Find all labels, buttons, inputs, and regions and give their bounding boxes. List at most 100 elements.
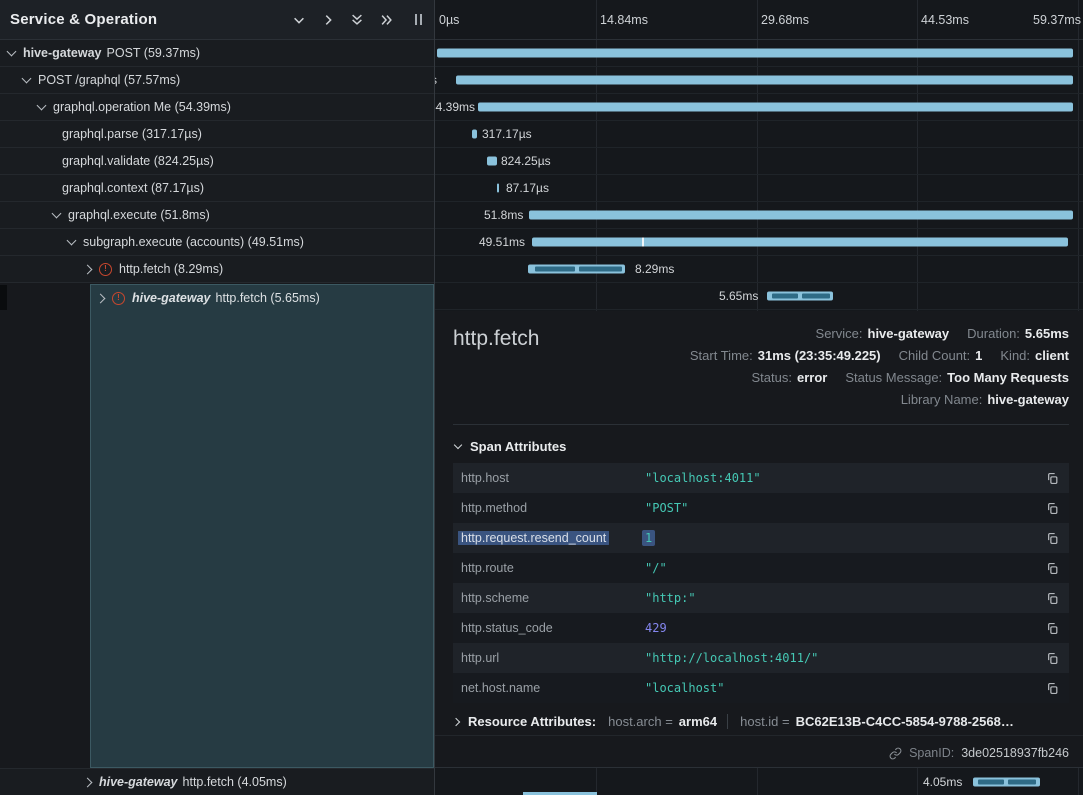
- timeline-row[interactable]: 824.25µs: [435, 148, 1083, 175]
- span-duration-bar[interactable]: [528, 265, 625, 274]
- duration-label: 49.51ms: [479, 235, 525, 249]
- span-duration-bar[interactable]: [456, 76, 1073, 85]
- tree-row[interactable]: graphql.parse (317.17µs): [0, 121, 434, 148]
- attribute-key[interactable]: http.host: [453, 471, 645, 485]
- resource-attributes-row[interactable]: Resource Attributes: host.arch = arm64 h…: [453, 714, 1069, 729]
- attribute-value[interactable]: "/": [645, 561, 1044, 575]
- expand-chevron-icon[interactable]: [37, 101, 47, 111]
- tree-row[interactable]: POST /graphql (57.57ms): [0, 67, 434, 94]
- expand-chevron-icon[interactable]: [7, 47, 17, 57]
- time-tick-label: 59.37ms: [1033, 13, 1081, 27]
- span-duration-bar[interactable]: [472, 130, 477, 139]
- tree-row[interactable]: graphql.operation Me (54.39ms): [0, 94, 434, 121]
- panel-title: Service & Operation: [10, 11, 157, 28]
- tree-row-selected[interactable]: hive-gateway http.fetch (5.65ms): [91, 285, 433, 311]
- tree-header: Service & Operation: [0, 0, 434, 40]
- attribute-row[interactable]: http.status_code 429: [453, 613, 1069, 643]
- attribute-key[interactable]: http.status_code: [453, 621, 645, 635]
- copy-button[interactable]: [1044, 530, 1061, 547]
- expand-chevron-icon[interactable]: [67, 236, 77, 246]
- tree-row[interactable]: graphql.context (87.17µs): [0, 175, 434, 202]
- copy-button[interactable]: [1044, 470, 1061, 487]
- span-duration-bar[interactable]: [437, 49, 1073, 58]
- span-label: http.fetch (5.65ms): [216, 291, 320, 305]
- attribute-value[interactable]: "http://localhost:4011/": [645, 651, 1044, 665]
- selected-span-block[interactable]: hive-gateway http.fetch (5.65ms): [90, 284, 434, 768]
- tree-row[interactable]: graphql.execute (51.8ms): [0, 202, 434, 229]
- span-duration-bar[interactable]: [497, 184, 499, 193]
- timeline-row[interactable]: 49.51ms: [435, 229, 1083, 256]
- section-chevron-icon[interactable]: [452, 717, 460, 725]
- expand-chevron-icon[interactable]: [22, 74, 32, 84]
- attribute-key[interactable]: http.url: [453, 651, 645, 665]
- copy-button[interactable]: [1044, 680, 1061, 697]
- copy-button[interactable]: [1044, 560, 1061, 577]
- expand-chevron-icon[interactable]: [96, 293, 106, 303]
- tree-row[interactable]: subgraph.execute (accounts) (49.51ms): [0, 229, 434, 256]
- expand-chevron-icon[interactable]: [83, 777, 93, 787]
- timeline-row[interactable]: 51.8ms: [435, 202, 1083, 229]
- span-duration-bar[interactable]: [973, 777, 1040, 786]
- attribute-row[interactable]: http.method "POST": [453, 493, 1069, 523]
- attribute-row[interactable]: http.request.resend_count 1: [453, 523, 1069, 553]
- tree-row[interactable]: graphql.validate (824.25µs): [0, 148, 434, 175]
- tree-row[interactable]: hive-gateway POST (59.37ms): [0, 40, 434, 67]
- attribute-key[interactable]: http.method: [453, 501, 645, 515]
- retry-segment: [535, 267, 575, 272]
- span-duration-bar[interactable]: [487, 157, 497, 166]
- attribute-row[interactable]: http.scheme "http:": [453, 583, 1069, 613]
- copy-button[interactable]: [1044, 650, 1061, 667]
- copy-button[interactable]: [1044, 500, 1061, 517]
- expand-all-button[interactable]: [379, 13, 394, 27]
- timeline-row[interactable]: 4.05ms: [435, 768, 1083, 795]
- attribute-value[interactable]: 429: [645, 621, 1044, 635]
- attribute-key[interactable]: http.route: [453, 561, 645, 575]
- expand-one-button[interactable]: [321, 13, 335, 27]
- duration-label: 317.17µs: [482, 127, 532, 141]
- expand-chevron-icon[interactable]: [83, 264, 93, 274]
- timeline-row[interactable]: 317.17µs: [435, 121, 1083, 148]
- duration-label: 8.29ms: [635, 262, 674, 276]
- attribute-value[interactable]: "localhost:4011": [645, 471, 1044, 485]
- span-attributes-header[interactable]: Span Attributes: [453, 425, 1069, 463]
- attribute-value[interactable]: 1: [645, 531, 1044, 545]
- timeline-row-bottom: 4.05ms: [435, 768, 1083, 795]
- timeline-row[interactable]: 57.57ms: [435, 67, 1083, 94]
- span-duration-bar[interactable]: [532, 238, 1068, 247]
- attribute-row[interactable]: http.host "localhost:4011": [453, 463, 1069, 493]
- collapse-one-button[interactable]: [292, 13, 306, 27]
- attribute-value[interactable]: "http:": [645, 591, 1044, 605]
- expand-chevron-icon[interactable]: [52, 209, 62, 219]
- copy-icon: [1046, 502, 1059, 515]
- attribute-row[interactable]: http.route "/": [453, 553, 1069, 583]
- span-id[interactable]: SpanID: 3de02518937fb246: [889, 746, 1069, 760]
- section-title: Span Attributes: [470, 439, 566, 454]
- timeline-row[interactable]: 5.65ms: [435, 283, 1083, 310]
- copy-button[interactable]: [1044, 590, 1061, 607]
- attribute-value[interactable]: "POST": [645, 501, 1044, 515]
- tree-row[interactable]: http.fetch (8.29ms): [0, 256, 434, 283]
- section-chevron-icon[interactable]: [454, 441, 462, 449]
- attribute-key[interactable]: net.host.name: [453, 681, 645, 695]
- attribute-key[interactable]: http.scheme: [453, 591, 645, 605]
- timeline-row[interactable]: 54.39ms: [435, 94, 1083, 121]
- timeline-row[interactable]: 87.17µs: [435, 175, 1083, 202]
- collapse-all-button[interactable]: [350, 12, 364, 27]
- copy-button[interactable]: [1044, 620, 1061, 637]
- attribute-row[interactable]: http.url "http://localhost:4011/": [453, 643, 1069, 673]
- duration-label: 87.17µs: [506, 181, 549, 195]
- error-status-icon: [99, 263, 112, 276]
- span-duration-bar[interactable]: [767, 292, 833, 301]
- timeline-row[interactable]: [435, 40, 1083, 67]
- meta-pair: Status:error: [752, 370, 828, 385]
- meta-line: Status:errorStatus Message:Too Many Requ…: [752, 366, 1070, 388]
- panel-resize-handle[interactable]: [415, 14, 422, 25]
- attribute-row[interactable]: net.host.name "localhost": [453, 673, 1069, 703]
- meta-pair: Library Name:hive-gateway: [901, 392, 1069, 407]
- span-duration-bar[interactable]: [529, 211, 1073, 220]
- timeline-row[interactable]: 8.29ms: [435, 256, 1083, 283]
- tree-row[interactable]: hive-gateway http.fetch (4.05ms): [0, 768, 434, 795]
- attribute-value[interactable]: "localhost": [645, 681, 1044, 695]
- span-duration-bar[interactable]: [478, 103, 1073, 112]
- attribute-key[interactable]: http.request.resend_count: [453, 531, 645, 545]
